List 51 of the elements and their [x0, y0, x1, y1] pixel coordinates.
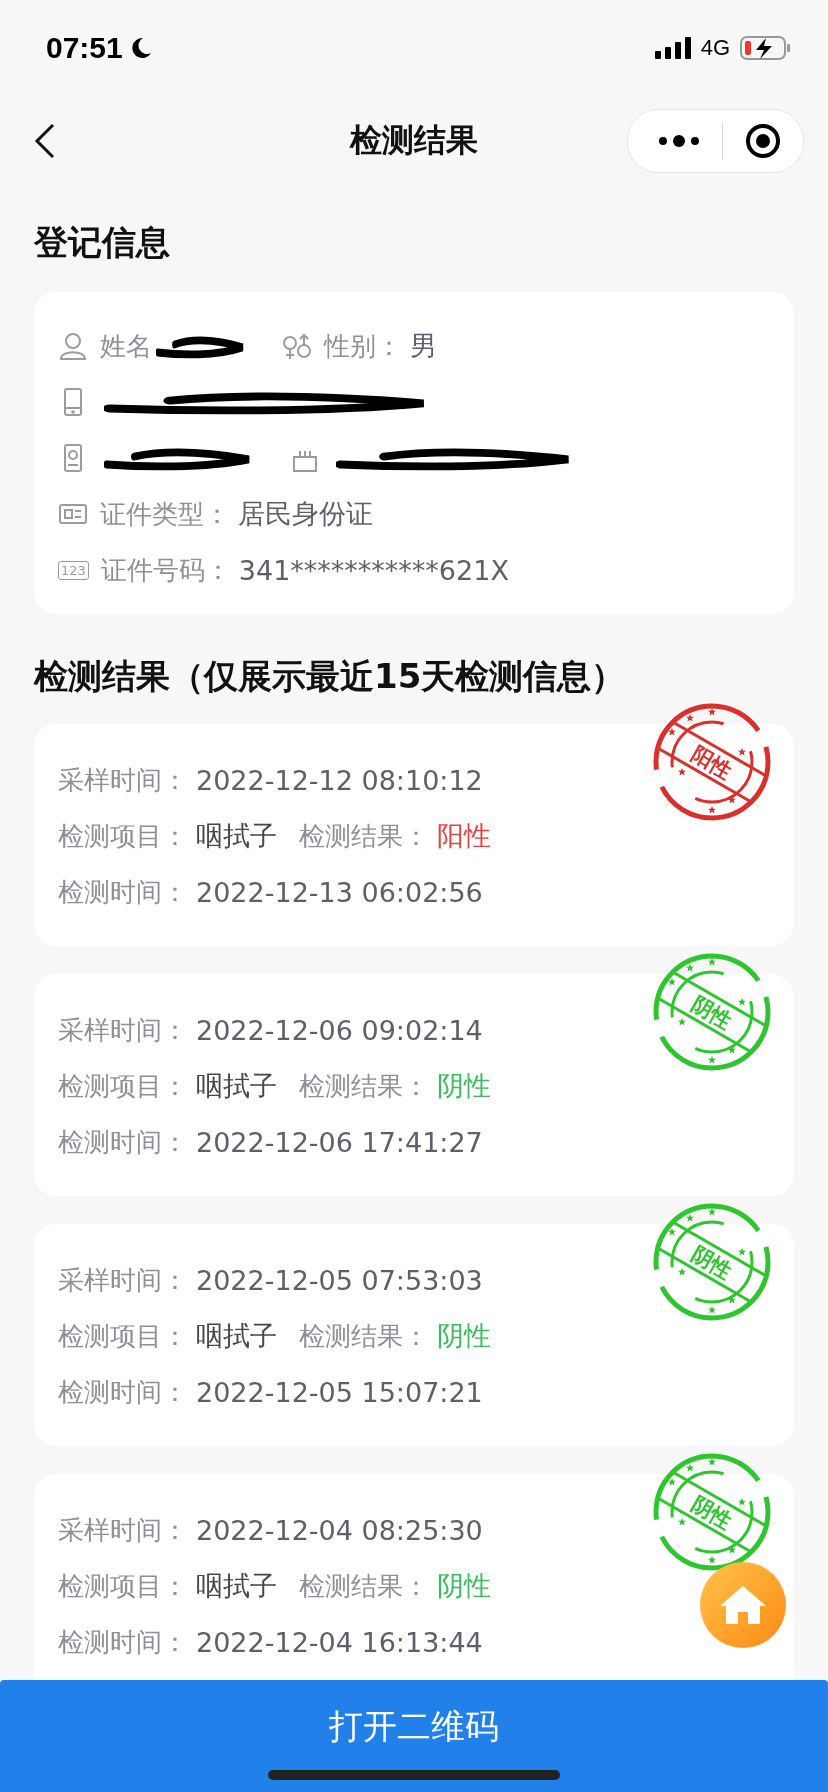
field-label: 检测结果： [299, 819, 429, 853]
field-label: 采样时间： [58, 1013, 188, 1047]
result-value: 阴性 [437, 1319, 491, 1353]
more-icon[interactable] [658, 134, 700, 148]
page-title: 检测结果 [350, 120, 478, 161]
field-value: 341***********621X [238, 554, 509, 586]
field-value: 2022-12-05 07:53:03 [196, 1264, 483, 1296]
field-label: 检测时间： [58, 1125, 188, 1159]
open-qr-code-button[interactable]: 打开二维码 [0, 1680, 828, 1792]
field-value: 咽拭子 [196, 1069, 277, 1103]
number-icon: 123 [58, 560, 89, 580]
field-label: 采样时间： [58, 1263, 188, 1297]
field-label: 检测项目： [58, 1319, 188, 1353]
field-label: 检测时间： [58, 1625, 188, 1659]
field-label: 姓名 [100, 329, 152, 363]
field-label: 检测结果： [299, 1319, 429, 1353]
field-value: 男 [410, 329, 437, 363]
field-value: 2022-12-06 17:41:27 [196, 1126, 483, 1158]
gender-icon [282, 331, 312, 361]
field-label: 检测项目： [58, 1069, 188, 1103]
field-value: 2022-12-06 09:02:14 [196, 1014, 483, 1046]
field-label: 检测项目： [58, 1569, 188, 1603]
field-label: 检测时间： [58, 1375, 188, 1409]
field-label: 检测结果： [299, 1569, 429, 1603]
back-icon[interactable] [34, 123, 56, 159]
result-value: 阴性 [437, 1569, 491, 1603]
field-value: 2022-12-12 08:10:12 [196, 764, 483, 796]
field-label: 证件类型： [100, 497, 230, 531]
result-value: 阳性 [437, 819, 491, 853]
field-value: 2022-12-04 08:25:30 [196, 1514, 483, 1546]
field-value: 2022-12-13 06:02:56 [196, 876, 483, 908]
field-label: 检测时间： [58, 875, 188, 909]
clock-time: 07:51 [46, 31, 123, 65]
field-value: 咽拭子 [196, 819, 277, 853]
section-title: 登记信息 [34, 221, 171, 264]
field-label: 采样时间： [58, 763, 188, 797]
field-label: 检测结果： [299, 1069, 429, 1103]
field-label: 证件号码： [100, 553, 231, 587]
field-value: 2022-12-05 15:07:21 [196, 1376, 483, 1408]
result-value: 阴性 [437, 1069, 491, 1103]
field-value: 咽拭子 [196, 1569, 277, 1603]
field-value: 2022-12-04 16:13:44 [196, 1626, 483, 1658]
field-label: 采样时间： [58, 1513, 188, 1547]
field-value: 咽拭子 [196, 1319, 277, 1353]
section-title: 检测结果（仅展示最近15天检测信息） [34, 655, 627, 698]
field-label: 检测项目： [58, 819, 188, 853]
field-label: 性别： [324, 329, 402, 363]
field-value: 居民身份证 [238, 497, 373, 531]
person-icon [58, 331, 88, 361]
signal-icon [654, 37, 691, 59]
network-label: 4G [700, 35, 730, 61]
